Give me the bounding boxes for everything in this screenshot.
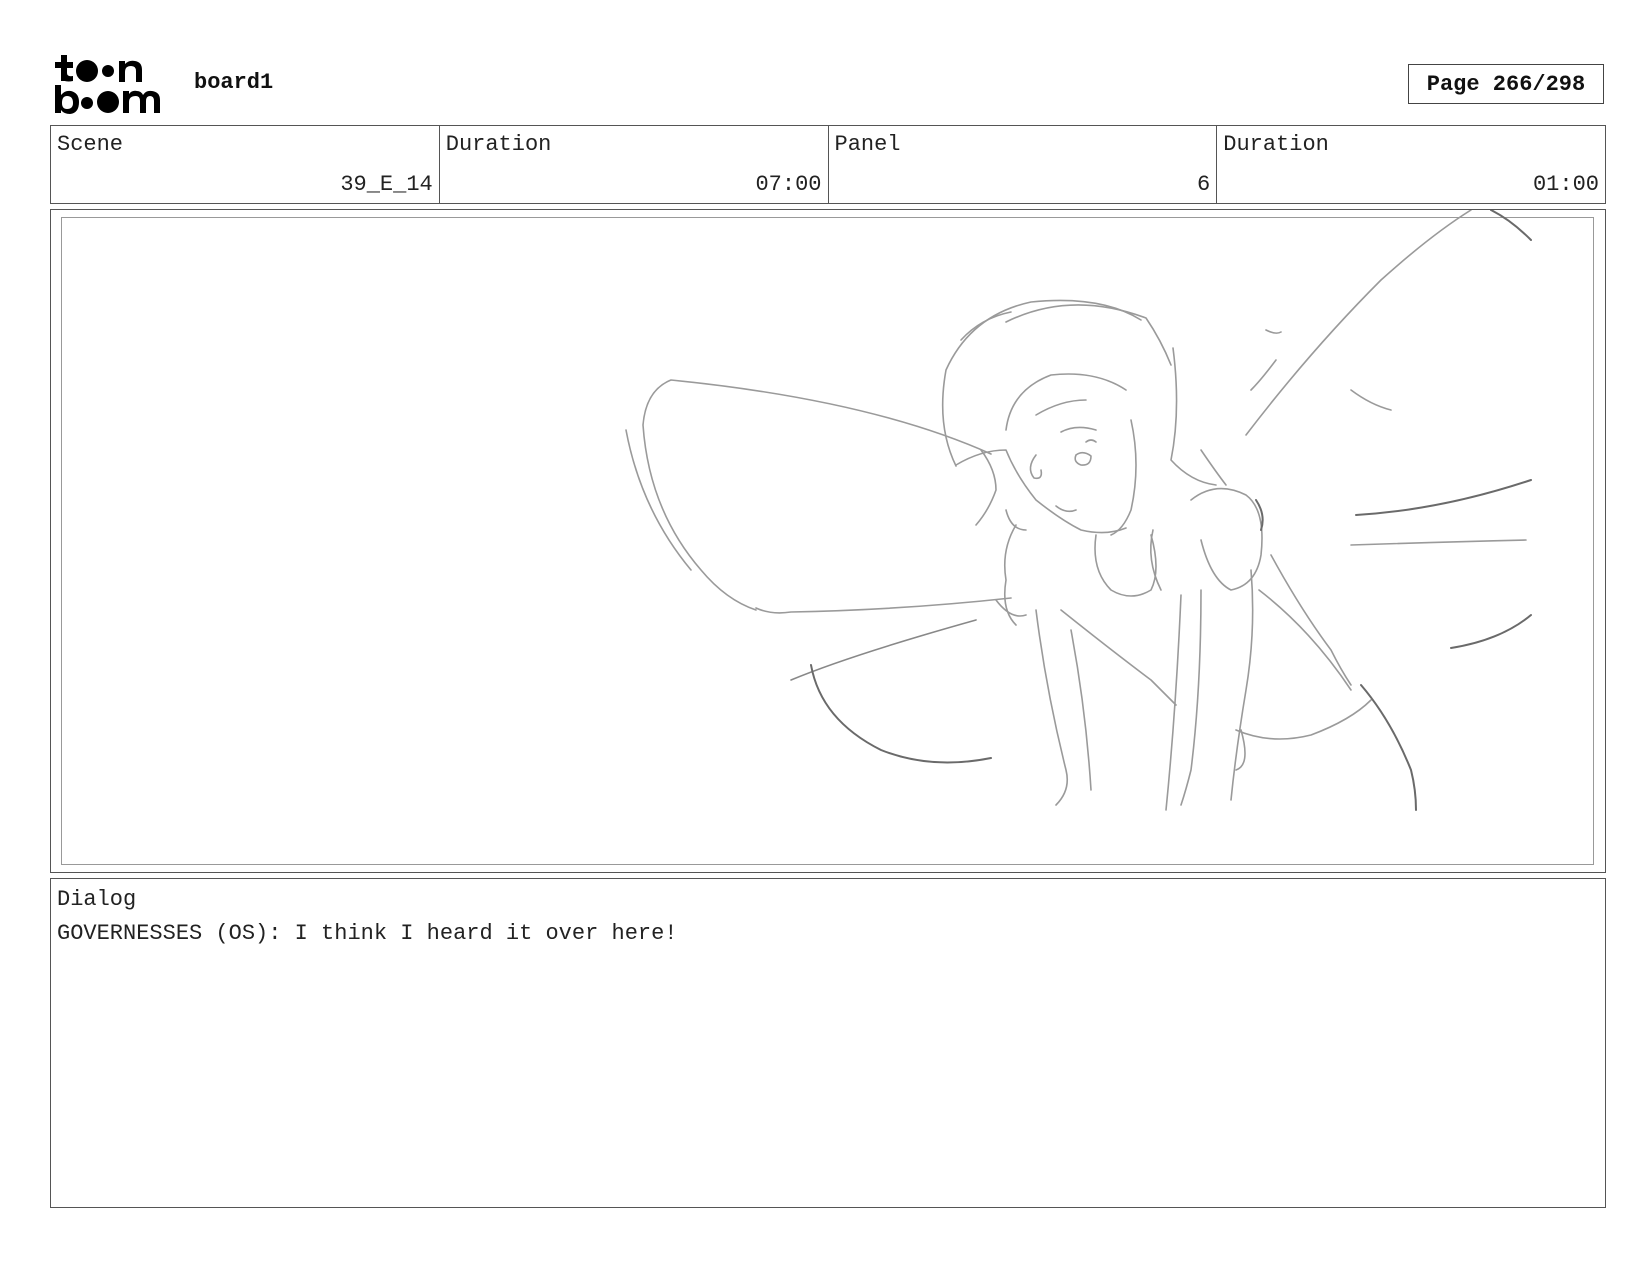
dialog-label: Dialog	[57, 887, 137, 912]
scene-duration-label: Duration	[445, 132, 552, 157]
panel-cell: Panel 6	[829, 126, 1218, 203]
fairy-sketch-image	[625, 210, 1532, 811]
board-title: board1	[194, 70, 274, 95]
panel-label: Panel	[834, 132, 901, 157]
scene-label: Scene	[57, 132, 124, 157]
scene-cell: Scene 39_E_14	[51, 126, 440, 203]
scene-info-table: Scene 39_E_14 Duration 07:00 Panel 6 Dur…	[50, 125, 1606, 204]
toon-boom-logo	[53, 53, 173, 117]
panel-duration-cell: Duration 01:00	[1217, 126, 1605, 203]
panel-frame	[50, 209, 1606, 873]
toon-boom-logo-icon	[55, 55, 160, 114]
dialog-text: GOVERNESSES (OS): I think I heard it ove…	[57, 921, 678, 946]
panel-value: 6	[1197, 172, 1211, 197]
panel-duration-label: Duration	[1223, 132, 1329, 157]
scene-duration-cell: Duration 07:00	[440, 126, 829, 203]
page-indicator-text: Page 266/298	[1426, 71, 1586, 97]
page-indicator: Page 266/298	[1408, 64, 1604, 104]
dialog-box: Dialog GOVERNESSES (OS): I think I heard…	[50, 878, 1606, 1208]
scene-duration-value: 07:00	[755, 172, 822, 197]
scene-value: 39_E_14	[340, 172, 433, 197]
panel-duration-value: 01:00	[1532, 172, 1599, 197]
